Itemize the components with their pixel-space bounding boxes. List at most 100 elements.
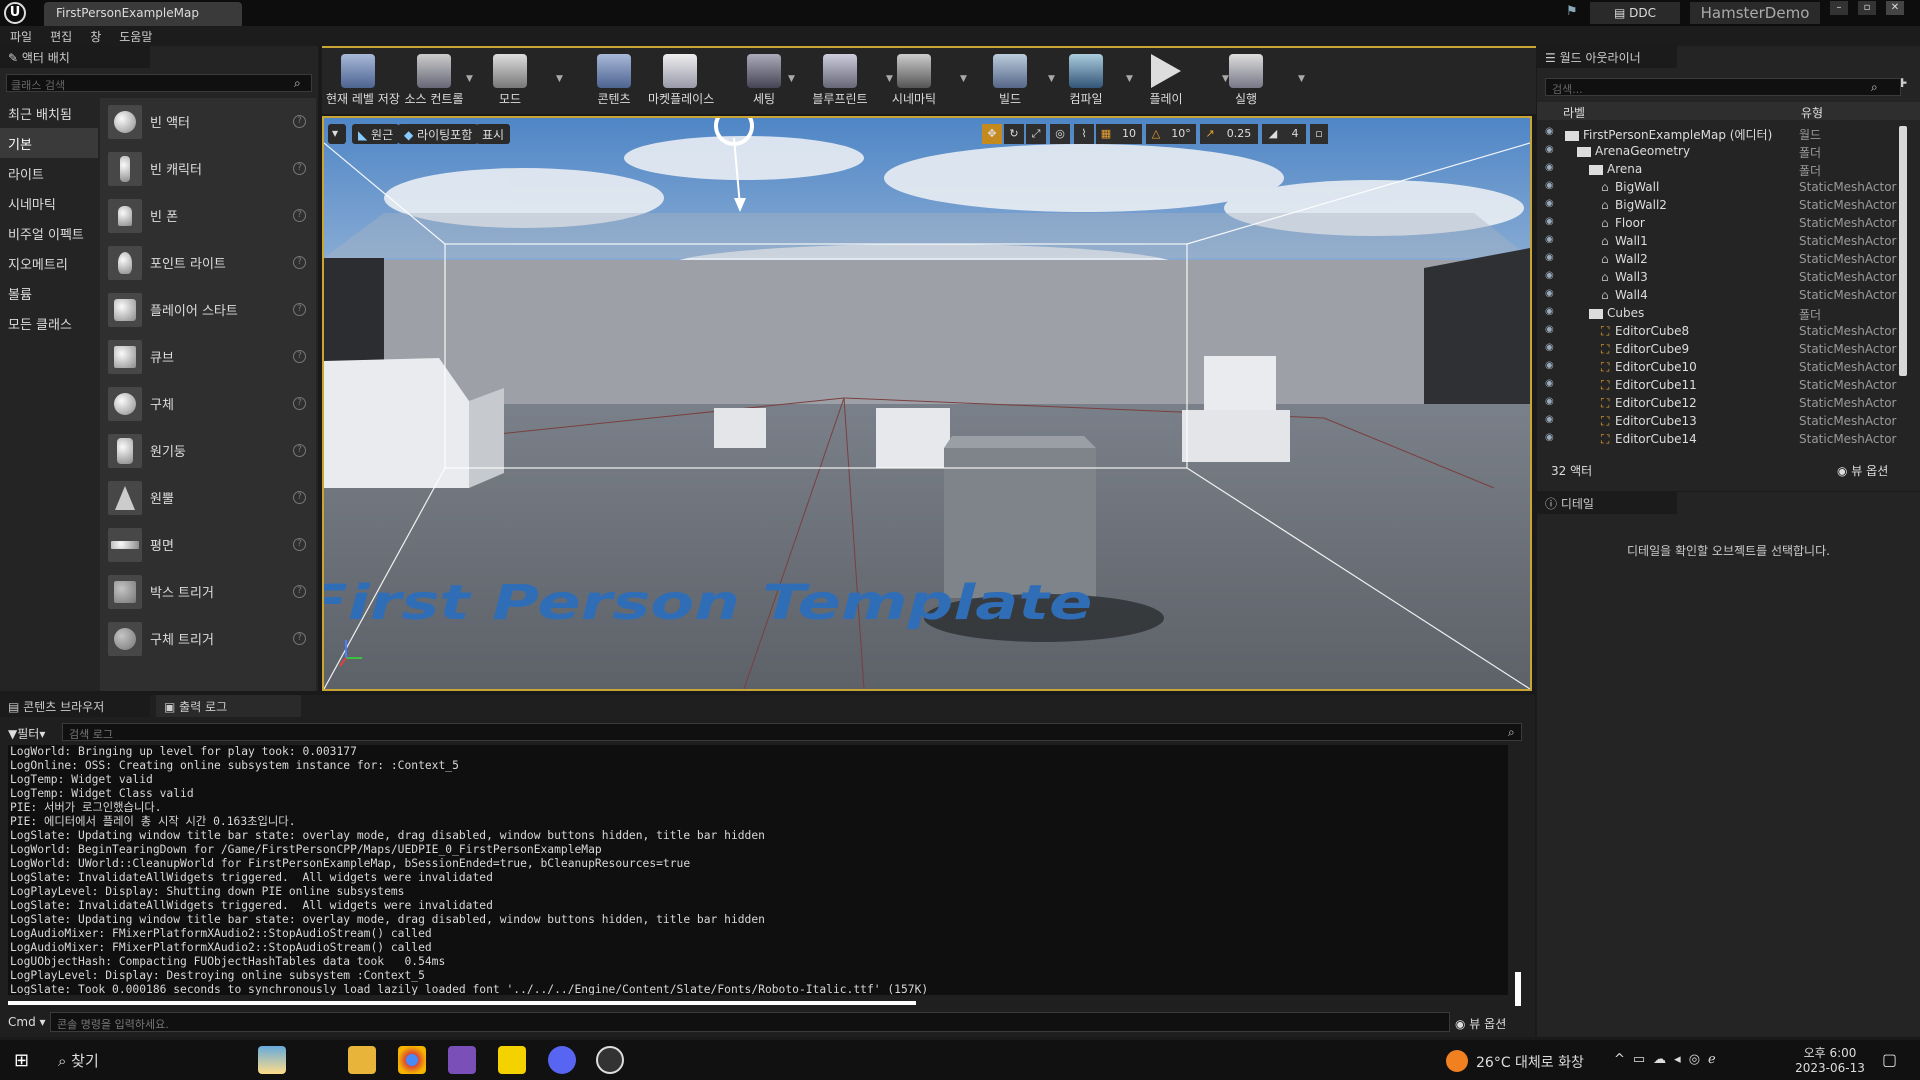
visibility-eye-icon[interactable]: ◉: [1545, 126, 1554, 137]
visibility-eye-icon[interactable]: ◉: [1545, 144, 1554, 155]
column-label-header[interactable]: 라벨: [1563, 104, 1585, 121]
help-icon[interactable]: ?: [293, 491, 306, 504]
taskbar-search[interactable]: ⌕ 찾기: [58, 1050, 99, 1071]
class-search-input[interactable]: 클래스 검색: [6, 74, 312, 92]
visibility-eye-icon[interactable]: ◉: [1545, 252, 1554, 263]
category-lights[interactable]: 라이트: [0, 158, 98, 188]
outliner-row[interactable]: ◉ ⛶ EditorCube13 StaticMeshActor: [1537, 412, 1905, 430]
outliner-row[interactable]: ◉ ⌂ Wall2 StaticMeshActor: [1537, 250, 1905, 268]
visibility-eye-icon[interactable]: ◉: [1545, 270, 1554, 281]
place-actors-tab[interactable]: ✎ 액터 배치: [0, 46, 150, 68]
outliner-row[interactable]: ◉ ArenaGeometry 폴더: [1537, 142, 1905, 160]
visibility-eye-icon[interactable]: ◉: [1545, 162, 1554, 173]
compile-dropdown-icon[interactable]: ▼: [1126, 74, 1134, 84]
help-icon[interactable]: ?: [293, 162, 306, 175]
outliner-search-input[interactable]: 검색...: [1545, 78, 1901, 96]
menu-edit[interactable]: 편집: [50, 28, 72, 45]
show-button[interactable]: 표시: [476, 124, 511, 144]
grid-size-value[interactable]: 10: [1116, 124, 1142, 144]
outliner-row[interactable]: ◉ ⛶ EditorCube10 StaticMeshActor: [1537, 358, 1905, 376]
rotation-snap-icon[interactable]: △: [1146, 124, 1166, 144]
help-icon[interactable]: ?: [293, 115, 306, 128]
scale-snap-value[interactable]: 0.25: [1220, 124, 1258, 144]
discord-icon[interactable]: [548, 1046, 576, 1074]
compile-button[interactable]: 컴파일: [1054, 52, 1118, 112]
help-icon[interactable]: ?: [293, 585, 306, 598]
source-control-button[interactable]: 소스 컨트롤: [402, 52, 466, 112]
build-button[interactable]: 빌드: [978, 52, 1042, 112]
outliner-row[interactable]: ◉ ⌂ BigWall2 StaticMeshActor: [1537, 196, 1905, 214]
level-viewport[interactable]: First Person Template ▾ ◣ 원근 ◆ 라이팅포함 표시 …: [322, 116, 1532, 691]
category-all-classes[interactable]: 모든 클래스: [0, 308, 98, 338]
outliner-row[interactable]: ◉ ⛶ EditorCube9 StaticMeshActor: [1537, 340, 1905, 358]
camera-speed-icon[interactable]: ◢: [1262, 124, 1284, 144]
log-vertical-scrollbar[interactable]: [1515, 972, 1521, 1006]
menu-window[interactable]: 창: [90, 28, 101, 45]
visibility-eye-icon[interactable]: ◉: [1545, 306, 1554, 317]
log-search-input[interactable]: 검색 로그: [62, 723, 1522, 741]
surface-snap-icon[interactable]: ⌇: [1074, 124, 1094, 144]
outliner-row[interactable]: ◉ ⛶ EditorCube11 StaticMeshActor: [1537, 376, 1905, 394]
category-volumes[interactable]: 볼륨: [0, 278, 98, 308]
minimize-button[interactable]: –: [1830, 1, 1848, 15]
outliner-row[interactable]: ◉ Arena 폴더: [1537, 160, 1905, 178]
file-explorer-icon[interactable]: [348, 1046, 376, 1074]
settings-dropdown-icon[interactable]: ▼: [788, 74, 796, 84]
help-icon[interactable]: ?: [293, 209, 306, 222]
clock[interactable]: 오후 6:00 2023-06-13: [1790, 1044, 1870, 1075]
scale-icon[interactable]: ⤢: [1026, 124, 1046, 144]
outliner-row[interactable]: ◉ ⛶ EditorCube12 StaticMeshActor: [1537, 394, 1905, 412]
help-icon[interactable]: ?: [293, 444, 306, 457]
outliner-row[interactable]: ◉ ⛶ EditorCube8 StaticMeshActor: [1537, 322, 1905, 340]
log-horizontal-scrollbar[interactable]: [8, 1001, 916, 1005]
tray-icons[interactable]: ^▭☁◂◎ℯ: [1614, 1052, 1724, 1067]
actor-item-point-light[interactable]: 포인트 라이트?: [100, 239, 316, 286]
marketplace-button[interactable]: 마켓플레이스: [648, 52, 714, 112]
help-icon[interactable]: ?: [293, 256, 306, 269]
visibility-eye-icon[interactable]: ◉: [1545, 180, 1554, 191]
actor-item-cone[interactable]: 원뿔?: [100, 474, 316, 521]
log-filter-button[interactable]: ▼필터▾: [8, 725, 45, 742]
play-button[interactable]: 플레이: [1134, 52, 1198, 112]
outliner-row[interactable]: ◉ Cubes 폴더: [1537, 304, 1905, 322]
actor-item-empty-pawn[interactable]: 빈 폰?: [100, 192, 316, 239]
visibility-eye-icon[interactable]: ◉: [1545, 378, 1554, 389]
visibility-eye-icon[interactable]: ◉: [1545, 396, 1554, 407]
visibility-eye-icon[interactable]: ◉: [1545, 198, 1554, 209]
category-cinematic[interactable]: 시네마틱: [0, 188, 98, 218]
translate-icon[interactable]: ✥: [982, 124, 1002, 144]
actor-item-player-start[interactable]: 플레이어 스타트?: [100, 286, 316, 333]
help-icon[interactable]: ?: [293, 397, 306, 410]
rotate-icon[interactable]: ↻: [1004, 124, 1024, 144]
content-button[interactable]: 콘텐츠: [582, 52, 646, 112]
camera-speed-value[interactable]: 4: [1284, 124, 1306, 144]
viewport-options-button[interactable]: ▾: [328, 124, 346, 144]
kakaotalk-icon[interactable]: [498, 1046, 526, 1074]
unreal-engine-icon[interactable]: [596, 1046, 624, 1074]
widget-icon[interactable]: [258, 1046, 286, 1074]
perspective-button[interactable]: ◣ 원근: [352, 124, 400, 144]
outliner-row[interactable]: ◉ ⌂ Wall1 StaticMeshActor: [1537, 232, 1905, 250]
outliner-row[interactable]: ◉ ⌂ Wall4 StaticMeshActor: [1537, 286, 1905, 304]
outliner-view-options-button[interactable]: ◉ 뷰 옵션: [1837, 462, 1888, 479]
world-outliner-tab[interactable]: ☰ 월드 아웃라이너: [1537, 46, 1677, 68]
menu-file[interactable]: 파일: [10, 28, 32, 45]
details-tab[interactable]: ⓘ 디테일: [1537, 492, 1677, 514]
source-control-dropdown-icon[interactable]: ▼: [466, 74, 474, 84]
help-icon[interactable]: ?: [293, 632, 306, 645]
category-basic[interactable]: 기본: [0, 128, 98, 158]
cinematics-button[interactable]: 시네마틱: [882, 52, 946, 112]
visibility-eye-icon[interactable]: ◉: [1545, 432, 1554, 443]
column-type-header[interactable]: 유형: [1801, 104, 1823, 121]
visual-studio-icon[interactable]: [448, 1046, 476, 1074]
launch-button[interactable]: 실행: [1214, 52, 1278, 112]
cmd-selector[interactable]: Cmd ▾: [8, 1015, 46, 1029]
windows-start-icon[interactable]: ⊞: [14, 1050, 29, 1071]
output-log-tab[interactable]: ▣ 출력 로그: [156, 695, 301, 717]
console-command-input[interactable]: 콘솔 명령을 입력하세요.: [50, 1012, 1450, 1032]
actor-item-box-trigger[interactable]: 박스 트리거?: [100, 568, 316, 615]
outliner-row[interactable]: ◉ ⌂ BigWall StaticMeshActor: [1537, 178, 1905, 196]
actor-item-empty-character[interactable]: 빈 캐릭터?: [100, 145, 316, 192]
category-geometry[interactable]: 지오메트리: [0, 248, 98, 278]
ddc-button[interactable]: ▤ DDC: [1590, 2, 1680, 24]
